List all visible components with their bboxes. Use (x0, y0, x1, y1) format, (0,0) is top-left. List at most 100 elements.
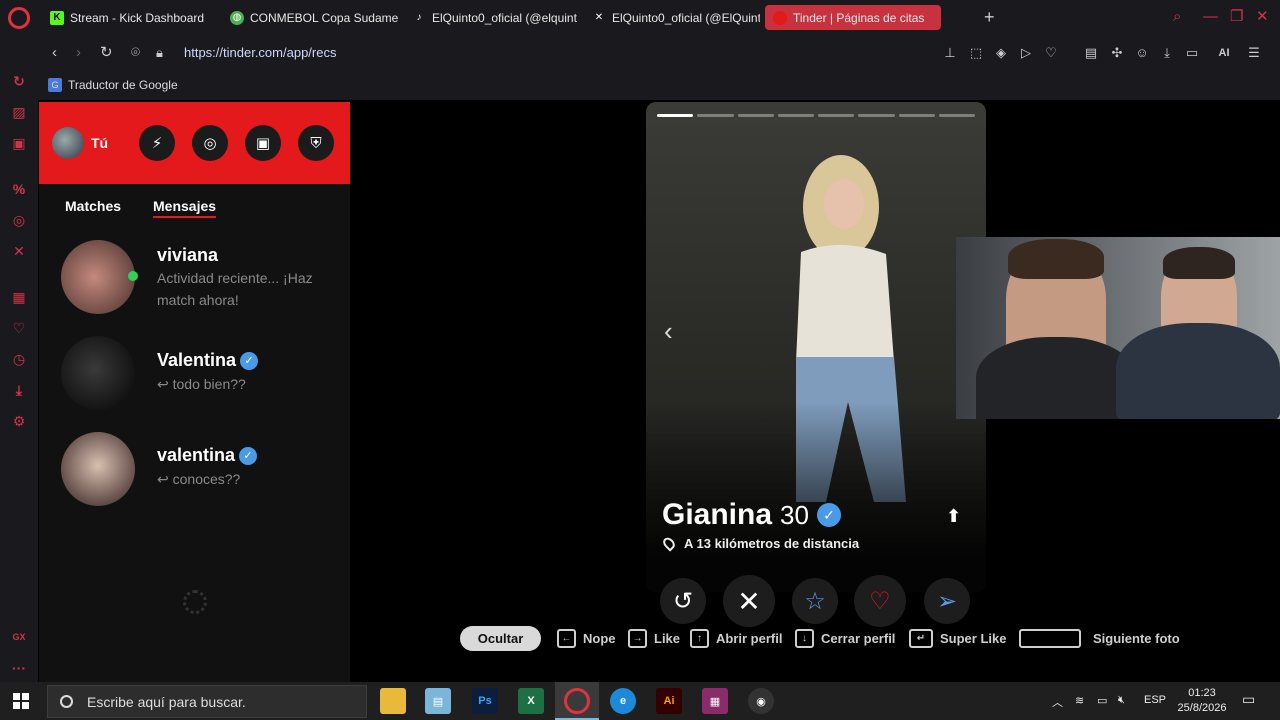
history-icon[interactable]: ↻ (10, 72, 28, 90)
photo-progress-segment[interactable] (938, 114, 975, 117)
extensions-icon[interactable]: ✣ (1109, 45, 1125, 61)
conversation-preview: ↩ conoces?? (157, 471, 241, 487)
taskbar-clock[interactable]: 01:23 25/8/2026 (1172, 686, 1232, 716)
photo-progress-segment[interactable] (737, 114, 774, 117)
snapshot-icon[interactable]: ⬚ (968, 45, 984, 61)
bookmarks-bar: G Traductor de Google (38, 72, 1280, 100)
search-tabs-icon[interactable]: ⌕ (1173, 8, 1181, 26)
wifi-icon[interactable]: ≋ (1075, 694, 1084, 707)
nope-x-button[interactable]: ✕ (723, 575, 775, 627)
taskbar-search-input[interactable]: Escribe aquí para buscar. (47, 685, 367, 718)
photo-progress-segment[interactable] (858, 114, 895, 117)
clock-time: 01:23 (1188, 687, 1216, 699)
notepad-icon[interactable]: ▤ (425, 688, 451, 714)
language-indicator[interactable]: ESP (1144, 694, 1166, 706)
tab-kick[interactable]: K Stream - Kick Dashboard (42, 5, 220, 30)
photo-progress-segment[interactable] (777, 114, 814, 117)
illustrator-icon[interactable]: Ai (656, 688, 682, 714)
conversation-item[interactable]: valentina ✓ ↩ conoces?? (39, 432, 350, 522)
photo-progress-segment[interactable] (818, 114, 855, 117)
download-icon[interactable]: ⤓ (10, 381, 28, 399)
like-heart-button[interactable]: ♡ (854, 575, 906, 627)
tab-tinder[interactable]: Tinder | Páginas de citas (765, 5, 941, 30)
bookmark-google-translate[interactable]: G Traductor de Google (48, 78, 178, 92)
tab-conmebol[interactable]: ◍ CONMEBOL Copa Sudame (222, 5, 398, 30)
apps-grid-icon[interactable]: ▦ (10, 288, 28, 306)
screen: ↻ ▨ ▣ % ◎ ✕ ▦ ♡ ◷ ⤓ ⚙ GX ··· K Stream - … (0, 0, 1280, 720)
downloads-icon[interactable]: ⤓ (1159, 45, 1175, 61)
minimize-button[interactable]: — (1203, 8, 1218, 26)
boost-bolt-icon[interactable]: ⚡︎ (139, 125, 175, 161)
new-tab-button[interactable]: + (984, 8, 995, 26)
photo-progress-segment[interactable] (657, 114, 694, 117)
my-avatar[interactable] (52, 127, 84, 159)
windows-start-icon[interactable] (13, 693, 29, 709)
conversation-item[interactable]: viviana Actividad reciente... ¡Haz match… (39, 240, 350, 330)
super-like-star-button[interactable]: ☆ (792, 578, 838, 624)
lock-icon[interactable]: 🔒︎ (156, 44, 163, 62)
messenger-icon[interactable]: ▣ (10, 134, 28, 152)
pinboard-icon[interactable]: ▨ (10, 103, 28, 121)
streamer-body (976, 337, 1136, 419)
open-profile-arrow-icon[interactable]: ⬆ (946, 506, 961, 527)
settings-gear-icon[interactable]: ⚙ (10, 412, 28, 430)
winrar-icon[interactable]: ▦ (702, 688, 728, 714)
maximize-button[interactable]: ❐ (1230, 8, 1243, 26)
tab-messages[interactable]: Mensajes (153, 198, 217, 218)
tab-x[interactable]: ✕ ElQuinto0_oficial (@ElQuint (584, 5, 760, 30)
notifications-icon[interactable]: ▭ (1242, 691, 1255, 708)
tab-tiktok[interactable]: ♪ ElQuinto0_oficial (@elquint (404, 5, 580, 30)
hint-label: Cerrar perfil (821, 630, 896, 646)
reload-button[interactable]: ↻ (100, 44, 113, 62)
back-button[interactable]: ‹ (52, 44, 57, 62)
url-field[interactable]: https://tinder.com/app/recs (184, 45, 336, 60)
safety-shield-icon[interactable]: ⛨ (298, 125, 334, 161)
windows-taskbar: Escribe aquí para buscar. ▤ Ps X e Ai ▦ … (0, 682, 1280, 720)
pin-icon[interactable]: ⊥ (942, 45, 958, 61)
profile-card[interactable]: ‹ Gianina 30 ✓ A 13 kilómetros de distan… (646, 102, 986, 592)
wallet-icon[interactable]: ▤ (1083, 45, 1099, 61)
easy-setup-icon[interactable]: ☰ (1246, 45, 1262, 61)
rewind-button[interactable]: ↺ (660, 578, 706, 624)
send-icon[interactable]: ▷ (1018, 45, 1034, 61)
opera-logo-icon[interactable] (8, 7, 30, 29)
adblock-icon[interactable]: ◈ (993, 45, 1009, 61)
edge-icon[interactable]: e (610, 688, 636, 714)
boost-send-button[interactable]: ➢ (924, 578, 970, 624)
file-explorer-icon[interactable] (380, 688, 406, 714)
favorites-heart-icon[interactable]: ♡ (10, 319, 28, 337)
excel-icon[interactable]: X (518, 688, 544, 714)
photoshop-icon[interactable]: Ps (472, 688, 498, 714)
explore-compass-icon[interactable]: ◎ (192, 125, 228, 161)
opera-gx-icon[interactable] (564, 688, 590, 714)
gx-icon[interactable]: GX (10, 628, 28, 646)
whatsapp-icon[interactable]: ◎ (10, 211, 28, 229)
battery-icon[interactable]: ▭ (1097, 694, 1107, 707)
discount-icon[interactable]: % (10, 180, 28, 198)
space-key-icon (1019, 628, 1081, 648)
forward-button[interactable]: › (76, 44, 81, 62)
ai-button[interactable]: AI (1210, 45, 1238, 61)
hint-like: → Like (628, 626, 680, 650)
photo-progress-segment[interactable] (697, 114, 734, 117)
photo-progress-segment[interactable] (898, 114, 935, 117)
more-dots-icon[interactable]: ··· (10, 659, 28, 677)
obs-icon[interactable]: ◉ (748, 688, 774, 714)
tab-matches[interactable]: Matches (65, 198, 121, 214)
verified-badge-icon: ✓ (816, 503, 841, 527)
conversation-item[interactable]: Valentina ✓ ↩ todo bien?? (39, 336, 350, 426)
previous-photo-chevron-icon[interactable]: ‹ (664, 316, 673, 347)
profile-icon[interactable]: ☺ (1134, 45, 1150, 61)
close-window-button[interactable]: ✕ (1256, 8, 1269, 26)
vpn-location-icon[interactable]: ⌾ (131, 44, 140, 62)
bookmark-heart-icon[interactable]: ♡ (1043, 45, 1059, 61)
my-profile-label[interactable]: Tú (91, 135, 108, 151)
x-twitter-icon[interactable]: ✕ (10, 242, 28, 260)
battery-saver-icon[interactable]: ▭ (1184, 45, 1200, 61)
conversation-avatar (61, 240, 135, 314)
briefcase-icon[interactable]: ▣ (245, 125, 281, 161)
clock-icon[interactable]: ◷ (10, 350, 28, 368)
tray-chevron-icon[interactable]: ︿ (1052, 694, 1063, 710)
volume-muted-icon[interactable]: 🔇︎ (1118, 694, 1125, 707)
hide-hints-button[interactable]: Ocultar (460, 626, 541, 651)
